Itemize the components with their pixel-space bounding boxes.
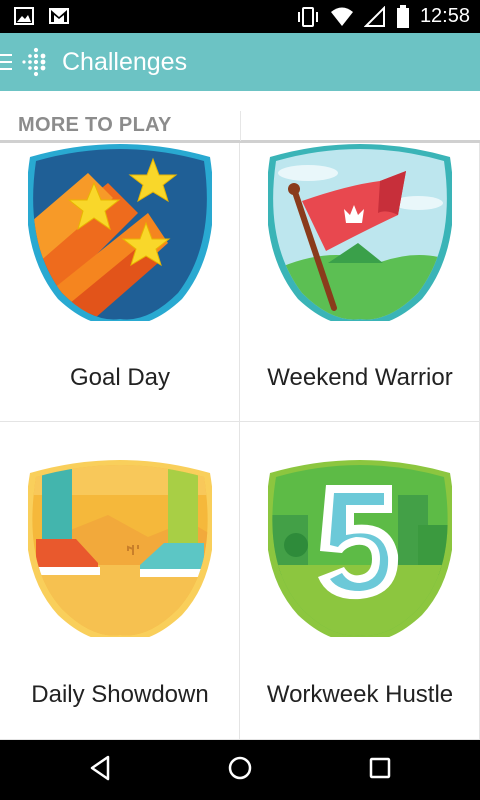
app-bar: Challenges	[0, 33, 480, 91]
challenge-card-goal-day[interactable]: Goal Day	[0, 143, 240, 422]
challenge-card-weekend-warrior[interactable]: Weekend Warrior	[240, 143, 480, 422]
app-title: Challenges	[62, 48, 188, 76]
challenge-card-daily-showdown[interactable]: Daily Showdown	[0, 422, 240, 740]
flag-crown-badge-icon	[268, 144, 452, 321]
recents-icon[interactable]	[368, 754, 392, 782]
challenge-grid: Goal Day Weekend Warrior Daily Showdown …	[0, 143, 480, 740]
number-five-badge-icon	[268, 460, 452, 637]
challenge-card-workweek-hustle[interactable]: Workweek Hustle	[240, 422, 480, 740]
status-time: 12:58	[419, 5, 470, 27]
navigation-bar	[0, 740, 480, 800]
section-title: MORE TO PLAY	[18, 114, 172, 136]
image-icon	[14, 7, 34, 25]
back-icon[interactable]	[88, 754, 112, 782]
status-bar: 12:58	[0, 0, 480, 33]
wifi-icon	[330, 7, 353, 26]
battery-icon	[396, 4, 409, 28]
challenge-name: Daily Showdown	[31, 681, 209, 708]
gmail-icon	[49, 8, 69, 24]
menu-icon[interactable]	[0, 53, 14, 71]
challenge-name: Workweek Hustle	[266, 681, 454, 708]
home-icon[interactable]	[227, 754, 253, 782]
header-divider	[240, 111, 241, 141]
vibrate-icon	[297, 6, 318, 27]
sneakers-badge-icon	[28, 460, 212, 637]
challenge-name: Weekend Warrior	[267, 364, 453, 391]
signal-icon	[363, 5, 385, 27]
stars-badge-icon	[28, 144, 212, 321]
section-header: MORE TO PLAY	[0, 91, 480, 143]
challenge-name: Goal Day	[69, 364, 171, 391]
fitbit-logo-icon[interactable]	[20, 47, 50, 77]
